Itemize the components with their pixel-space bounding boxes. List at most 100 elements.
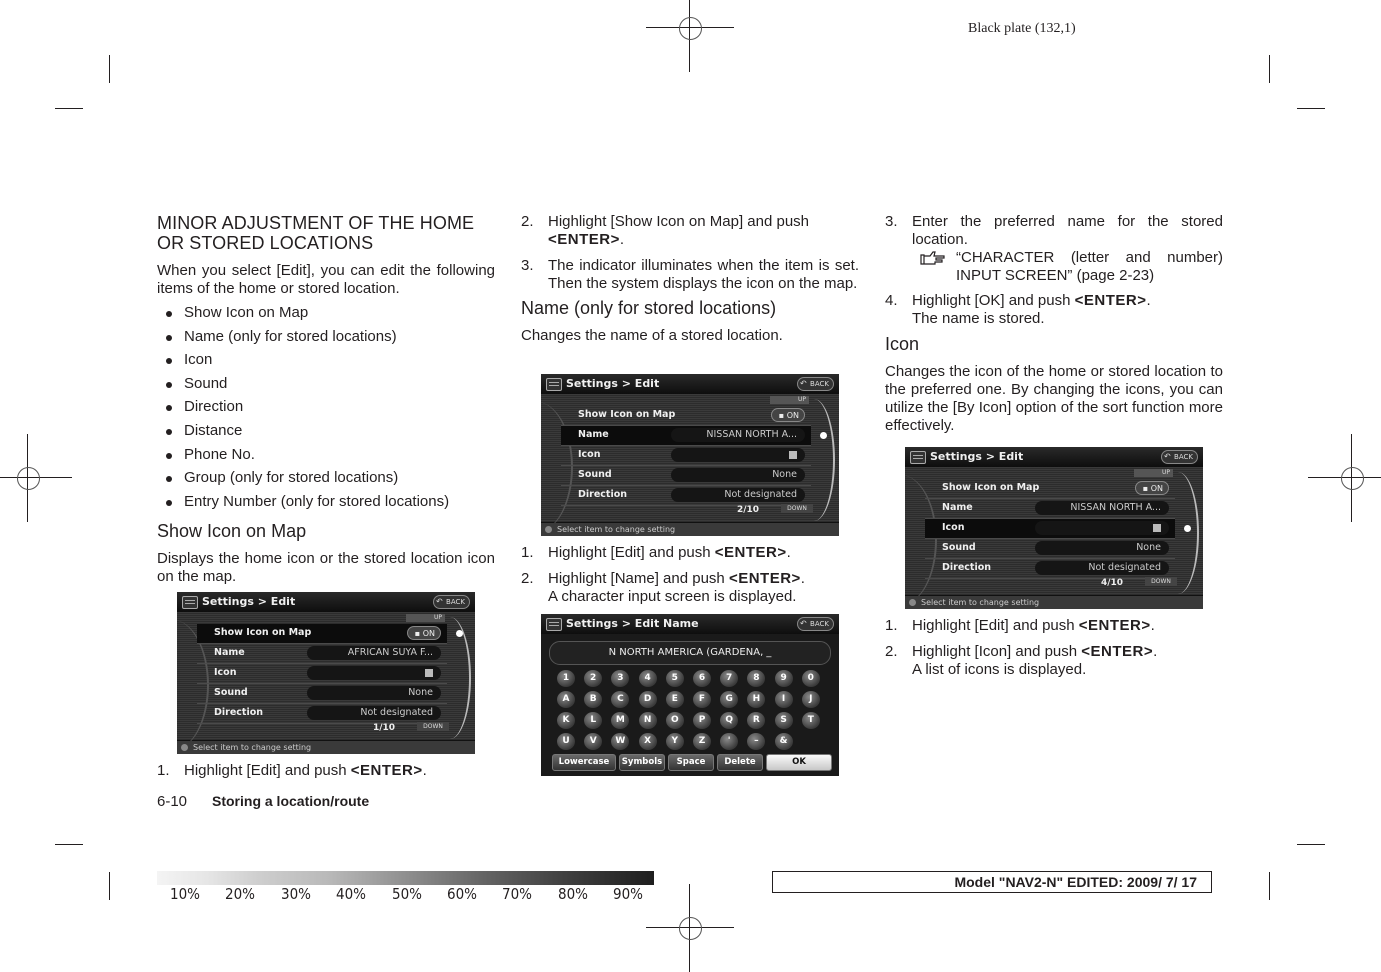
list-item: Icon — [157, 351, 495, 375]
char-key[interactable]: 1 — [557, 670, 575, 687]
char-key[interactable]: X — [638, 733, 657, 750]
char-key[interactable]: I — [774, 691, 793, 708]
back-button[interactable]: BACK — [797, 617, 834, 631]
list-item: Entry Number (only for stored locations) — [157, 493, 495, 517]
setting-row[interactable]: Show Icon on Map ▪ ON — [925, 479, 1175, 499]
setting-row[interactable]: Show Icon on Map ▪ ON — [561, 406, 811, 426]
char-key[interactable]: 0 — [801, 670, 820, 687]
char-key[interactable]: T — [801, 712, 820, 729]
setting-value: Not designated — [671, 488, 805, 502]
char-key[interactable]: P — [693, 712, 711, 729]
step-item: 4. Highlight [OK] and push <ENTER>. The na… — [885, 292, 1151, 327]
location-icon — [1153, 523, 1161, 532]
setting-row[interactable]: Name AFRICAN SUYA F... — [197, 644, 447, 664]
char-key[interactable]: A — [557, 691, 575, 708]
setting-row[interactable]: Sound None — [197, 684, 447, 704]
back-button[interactable]: BACK — [797, 377, 834, 391]
list-item: Group (only for stored locations) — [157, 469, 495, 493]
setting-row[interactable]: Show Icon on Map ▪ ON — [197, 624, 447, 644]
tone-label: 40% — [336, 885, 367, 903]
name-input[interactable]: N NORTH AMERICA (GARDENA, _ — [549, 641, 831, 665]
list-item: Show Icon on Map — [157, 304, 495, 328]
registration-mark-left — [0, 434, 72, 522]
char-key[interactable]: J — [801, 691, 820, 708]
screen-header: Settings > Edit BACK — [541, 374, 839, 394]
char-key[interactable]: 9 — [774, 670, 793, 687]
setting-value: Not designated — [307, 706, 441, 720]
back-button[interactable]: BACK — [1161, 450, 1198, 464]
setting-label: Direction — [942, 562, 991, 573]
tone-label: 10% — [170, 885, 201, 903]
editable-items-list: Show Icon on Map Name (only for stored l… — [157, 304, 495, 516]
screen-title: Settings > Edit — [566, 377, 660, 390]
screen-header: Settings > Edit BACK — [177, 592, 475, 612]
setting-label: Name — [214, 647, 245, 658]
char-key[interactable]: F — [693, 691, 711, 708]
model-edited-box: Model "NAV2-N" EDITED: 2009/ 7/ 17 — [772, 871, 1212, 893]
delete-button[interactable]: Delete — [717, 754, 763, 771]
setting-label: Sound — [214, 687, 248, 698]
char-key[interactable]: K — [557, 712, 575, 729]
settings-list: UP Show Icon on Map ▪ ON Name AFRICAN SUYA F… — [177, 612, 475, 750]
tone-gradient-bar — [157, 871, 654, 885]
setting-label: Icon — [942, 522, 965, 533]
setting-row[interactable]: Direction Not designated — [925, 559, 1175, 579]
char-key[interactable]: D — [638, 691, 657, 708]
space-button[interactable]: Space — [668, 754, 714, 771]
char-key[interactable]: 6 — [693, 670, 711, 687]
lowercase-button[interactable]: Lowercase — [552, 754, 616, 771]
cross-reference[interactable]: “CHARACTER (letter and number) INPUT SCR… — [912, 249, 1223, 285]
ok-button[interactable]: OK — [766, 754, 832, 771]
char-key[interactable]: & — [774, 733, 793, 750]
setting-row[interactable]: Direction Not designated — [197, 704, 447, 724]
scroll-up-button[interactable]: UP — [406, 614, 445, 622]
setting-row[interactable]: Sound None — [561, 466, 811, 486]
menu-icon[interactable] — [546, 618, 562, 631]
tone-label: 90% — [613, 885, 644, 903]
char-key[interactable]: O — [665, 712, 684, 729]
step-item: 3. The indicator illuminates when the ite… — [521, 257, 859, 292]
menu-icon[interactable] — [910, 451, 926, 464]
crop-mark — [109, 872, 110, 900]
column-2: 2. Highlight [Show Icon on Map] and push … — [521, 213, 859, 351]
step-item: 2. Highlight [Icon] and push <ENTER>. A li… — [885, 643, 1158, 678]
scroll-down-button[interactable]: DOWN — [417, 722, 449, 731]
scroll-down-button[interactable]: DOWN — [1145, 577, 1177, 586]
char-key[interactable]: Z — [693, 733, 711, 750]
crop-mark — [55, 844, 83, 845]
scroll-down-button[interactable]: DOWN — [781, 504, 813, 513]
location-icon — [789, 450, 797, 459]
setting-row[interactable]: Icon — [925, 519, 1175, 539]
status-bar: Select item to change setting — [541, 523, 839, 536]
setting-row[interactable]: Icon — [197, 664, 447, 684]
setting-row[interactable]: Icon — [561, 446, 811, 466]
setting-row[interactable]: Name NISSAN NORTH A... — [561, 426, 811, 446]
setting-label: Name — [942, 502, 973, 513]
screen-header: Settings > Edit Name BACK — [541, 614, 839, 634]
scroll-up-button[interactable]: UP — [1134, 469, 1173, 477]
char-key[interactable]: S — [774, 712, 793, 729]
position-indicator — [820, 432, 827, 439]
step-item: 1. Highlight [Edit] and push <ENTER>. — [885, 617, 1155, 634]
setting-row[interactable]: Name NISSAN NORTH A... — [925, 499, 1175, 519]
list-item: Direction — [157, 398, 495, 422]
symbols-button[interactable]: Symbols — [619, 754, 665, 771]
char-key[interactable]: 5 — [665, 670, 684, 687]
char-key[interactable]: E — [665, 691, 684, 708]
setting-label: Direction — [578, 489, 627, 500]
char-key[interactable]: 4 — [638, 670, 657, 687]
setting-row[interactable]: Direction Not designated — [561, 486, 811, 506]
char-key[interactable]: N — [638, 712, 657, 729]
screen-edit-4: Settings > Edit BACK UP Show Icon on Map ▪ O… — [905, 447, 1203, 609]
menu-icon[interactable] — [546, 378, 562, 391]
setting-label: Icon — [578, 449, 601, 460]
tone-label: 30% — [280, 885, 311, 903]
setting-row[interactable]: Sound None — [925, 539, 1175, 559]
scroll-up-button[interactable]: UP — [770, 396, 809, 404]
back-button[interactable]: BACK — [433, 595, 470, 609]
registration-mark-right — [1308, 434, 1381, 522]
char-key[interactable]: U — [557, 733, 575, 750]
char-key[interactable]: Y — [665, 733, 684, 750]
menu-icon[interactable] — [182, 596, 198, 609]
setting-label: Show Icon on Map — [214, 627, 312, 638]
